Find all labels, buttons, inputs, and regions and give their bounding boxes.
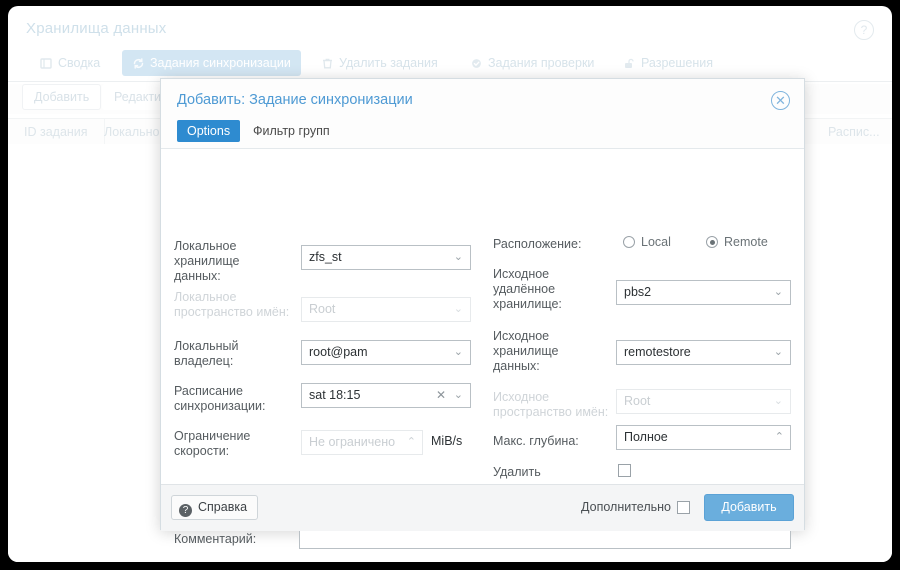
local-namespace-select[interactable]: Root ⌄ — [301, 297, 471, 322]
chevron-down-icon: ⌄ — [773, 395, 783, 407]
dialog-tab-options[interactable]: Options — [177, 120, 241, 142]
source-remote-value: pbs2 — [624, 285, 652, 299]
spinner-updown-icon[interactable]: ⌃ — [407, 431, 416, 454]
tab-label: Задания проверки — [488, 56, 595, 70]
tab-label: Удалить задания — [339, 56, 438, 70]
radio-location-remote[interactable]: Remote — [706, 235, 768, 249]
tab-permissions[interactable]: Разрешения — [613, 50, 723, 76]
tab-prune-jobs[interactable]: Удалить задания — [311, 50, 448, 76]
column-header-job-id[interactable]: ID задания — [16, 119, 105, 145]
local-datastore-select[interactable]: zfs_st ⌄ — [301, 245, 471, 270]
chevron-down-icon: ⌄ — [453, 389, 463, 401]
check-circle-icon — [470, 52, 483, 78]
add-button[interactable]: Добавить — [22, 84, 102, 110]
label-comment: Комментарий: — [174, 532, 257, 546]
chevron-down-icon: ⌄ — [773, 286, 783, 298]
max-depth-value: Полное — [624, 430, 668, 444]
dialog-title: Добавить: Задание синхронизации — [177, 92, 413, 108]
tab-sync-jobs[interactable]: Задания синхронизации — [122, 50, 301, 76]
label-location: Расположение: — [493, 237, 582, 251]
lock-open-icon — [623, 52, 636, 78]
tab-label: Сводка — [58, 56, 101, 70]
dialog-footer: ? Справка Дополнительно Добавить — [161, 484, 804, 531]
sync-schedule-value: sat 18:15 — [309, 388, 361, 402]
book-icon — [40, 52, 53, 78]
source-namespace-value: Root — [624, 394, 651, 408]
label-local-namespace: Локальное пространство имён: — [174, 290, 290, 319]
submit-button[interactable]: Добавить — [704, 494, 794, 521]
trash-icon — [321, 52, 334, 78]
rate-limit-unit: MiB/s — [431, 434, 463, 448]
tab-label: Разрешения — [641, 56, 714, 70]
local-namespace-value: Root — [309, 302, 336, 316]
local-owner-select[interactable]: root@pam ⌄ — [301, 340, 471, 365]
label-max-depth: Макс. глубина: — [493, 434, 579, 448]
local-datastore-value: zfs_st — [309, 250, 342, 264]
help-button[interactable]: ? Справка — [171, 495, 259, 520]
dialog-header: Добавить: Задание синхронизации ✕ Option… — [161, 79, 804, 149]
radio-label: Local — [641, 235, 671, 249]
label-source-datastore: Исходное хранилище данных: — [493, 329, 559, 373]
tab-verify-jobs[interactable]: Задания проверки — [460, 50, 604, 76]
tab-label: Задания синхронизации — [150, 56, 291, 70]
label-local-owner: Локальный владелец: — [174, 339, 239, 368]
sync-schedule-combo[interactable]: sat 18:15 ✕ ⌄ — [301, 383, 471, 408]
screen: Хранилища данных ? Сводка Задания синхро… — [0, 0, 900, 570]
advanced-label: Дополнительно — [581, 500, 671, 514]
chevron-down-icon: ⌄ — [773, 346, 783, 358]
tab-summary[interactable]: Сводка — [30, 50, 110, 76]
label-source-namespace: Исходное пространство имён: — [493, 390, 609, 419]
label-source-remote: Исходное удалённое хранилище: — [493, 267, 562, 311]
spinner-updown-icon[interactable]: ⌃ — [775, 426, 784, 449]
dialog-body: Локальное хранилище данных: zfs_st ⌄ Лок… — [161, 149, 804, 549]
add-sync-job-dialog: Добавить: Задание синхронизации ✕ Option… — [160, 78, 805, 549]
label-sync-schedule: Расписание синхронизации: — [174, 384, 266, 413]
radio-location-local[interactable]: Local — [623, 235, 671, 249]
help-button-label: Справка — [198, 500, 248, 514]
page-title: Хранилища данных — [26, 20, 167, 37]
radio-label: Remote — [724, 235, 768, 249]
advanced-checkbox[interactable] — [677, 501, 690, 514]
question-circle-icon[interactable]: ? — [854, 20, 874, 40]
max-depth-input[interactable]: Полное ⌃ — [616, 425, 791, 450]
question-mark-icon: ? — [179, 504, 192, 517]
radio-dot-icon — [706, 236, 718, 248]
chevron-down-icon: ⌄ — [453, 346, 463, 358]
source-datastore-select[interactable]: remotestore ⌄ — [616, 340, 791, 365]
local-owner-value: root@pam — [309, 345, 368, 359]
radio-dot-icon — [623, 236, 635, 248]
close-circle-icon[interactable]: ✕ — [771, 91, 790, 110]
rate-limit-input[interactable]: Не ограничено ⌃ — [301, 430, 423, 455]
clear-x-icon[interactable]: ✕ — [436, 384, 446, 407]
label-rate-limit: Ограничение скорости: — [174, 429, 251, 458]
source-datastore-value: remotestore — [624, 345, 691, 359]
remove-vanished-checkbox[interactable] — [618, 464, 631, 477]
chevron-down-icon: ⌄ — [453, 303, 463, 315]
rate-limit-value: Не ограничено — [309, 435, 396, 449]
source-remote-select[interactable]: pbs2 ⌄ — [616, 280, 791, 305]
column-header-schedule[interactable]: Распис... — [820, 119, 892, 145]
sync-icon — [132, 52, 145, 78]
chevron-down-icon: ⌄ — [453, 251, 463, 263]
source-namespace-select[interactable]: Root ⌄ — [616, 389, 791, 414]
dialog-tab-group-filter[interactable]: Фильтр групп — [243, 120, 340, 142]
label-local-datastore: Локальное хранилище данных: — [174, 239, 240, 283]
